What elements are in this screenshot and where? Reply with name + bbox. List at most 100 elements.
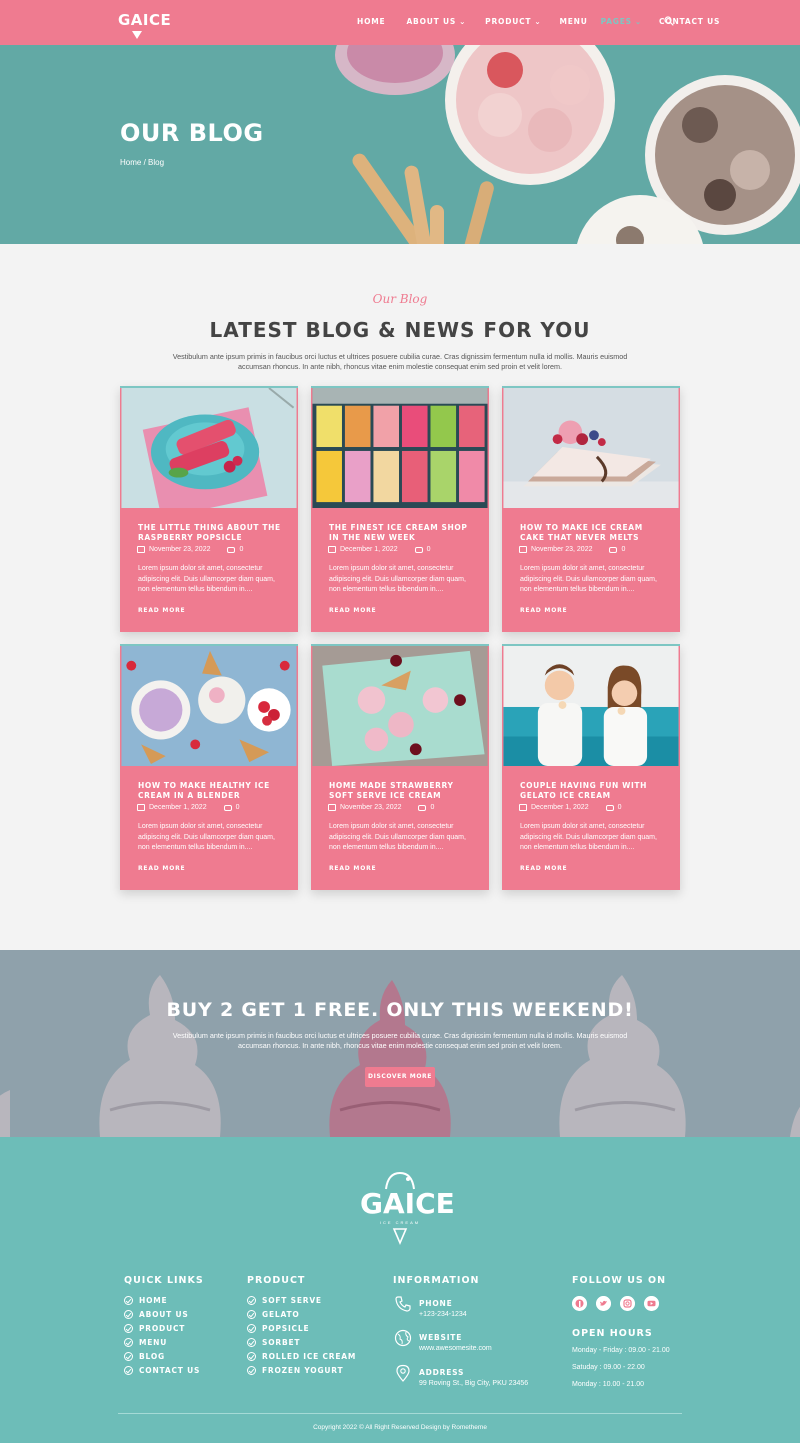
footer-link-label: ABOUT US	[139, 1309, 189, 1319]
footer-product-link[interactable]: SORBET	[247, 1335, 356, 1349]
blog-card[interactable]: COUPLE HAVING FUN WITH GELATO ICE CREAM …	[502, 644, 680, 890]
phone-value[interactable]: +123-234-1234	[419, 1311, 467, 1318]
footer-link-label: SORBET	[262, 1337, 301, 1347]
footer-product-link[interactable]: FROZEN YOGURT	[247, 1363, 356, 1377]
footer-link-label: CONTACT US	[139, 1365, 201, 1375]
brand-logo[interactable]: GAICE	[118, 7, 171, 41]
post-excerpt: Lorem ipsum dolor sit amet, consectetur …	[520, 823, 657, 851]
footer-link-label: PRODUCT	[139, 1323, 186, 1333]
twitter-icon[interactable]	[596, 1296, 611, 1311]
page-hero: OUR BLOG Home / Blog	[0, 45, 800, 244]
section-description: Vestibulum ante ipsum primis in faucibus…	[172, 352, 628, 371]
youtube-icon[interactable]	[644, 1296, 659, 1311]
nav-item-pages[interactable]: PAGES	[601, 17, 632, 26]
post-date: December 1, 2022	[149, 804, 207, 811]
calendar-icon	[519, 546, 527, 553]
promo-banner: BUY 2 GET 1 FREE. ONLY THIS WEEKEND! Ves…	[0, 950, 800, 1137]
read-more-link[interactable]: READ MORE	[138, 865, 185, 872]
top-navbar: GAICE HOME ABOUT US ⌄ PRODUCT ⌄ MENU PAG…	[0, 0, 800, 45]
facebook-icon[interactable]	[572, 1296, 587, 1311]
nav-item-home[interactable]: HOME	[357, 17, 385, 26]
blog-card[interactable]: THE LITTLE THING ABOUT THE RASPBERRY POP…	[120, 386, 298, 632]
comment-count: 0	[621, 546, 626, 553]
footer-link-contact[interactable]: CONTACT US	[124, 1363, 200, 1377]
post-meta: December 1, 2022 0	[328, 546, 431, 553]
search-icon[interactable]	[664, 16, 674, 26]
blog-card[interactable]: THE FINEST ICE CREAM SHOP IN THE NEW WEE…	[311, 386, 489, 632]
follow-heading: FOLLOW US ON	[572, 1275, 667, 1286]
footer-product-link[interactable]: POPSICLE	[247, 1321, 356, 1335]
footer-link-menu[interactable]: MENU	[124, 1335, 200, 1349]
post-meta: November 23, 2022 0	[137, 546, 243, 553]
post-image[interactable]	[502, 386, 680, 508]
post-date: December 1, 2022	[531, 804, 589, 811]
post-title[interactable]: THE LITTLE THING ABOUT THE RASPBERRY POP…	[138, 523, 288, 543]
breadcrumb[interactable]: Home / Blog	[120, 158, 164, 167]
comment-icon	[223, 804, 232, 811]
post-image[interactable]	[311, 386, 489, 508]
discover-more-button[interactable]: DISCOVER MORE	[365, 1067, 435, 1087]
post-excerpt: Lorem ipsum dolor sit amet, consectetur …	[138, 565, 275, 593]
post-excerpt: Lorem ipsum dolor sit amet, consectetur …	[329, 823, 466, 851]
footer-link-blog[interactable]: BLOG	[124, 1349, 200, 1363]
read-more-link[interactable]: READ MORE	[329, 865, 376, 872]
post-meta: December 1, 2022 0	[137, 804, 240, 811]
post-title[interactable]: THE FINEST ICE CREAM SHOP IN THE NEW WEE…	[329, 523, 479, 543]
read-more-link[interactable]: READ MORE	[520, 865, 567, 872]
address-value: 99 Roving St., Big City, PKU 23456	[419, 1380, 529, 1387]
information-heading: INFORMATION	[393, 1275, 480, 1286]
nav-item-about[interactable]: ABOUT US	[406, 17, 456, 26]
section-script-title: Our Blog	[372, 292, 428, 306]
check-circle-icon	[124, 1295, 133, 1305]
phone-icon	[395, 1296, 411, 1312]
post-title[interactable]: COUPLE HAVING FUN WITH GELATO ICE CREAM	[520, 781, 670, 801]
footer-logo[interactable]: GAICE ICE CREAM	[360, 1165, 455, 1247]
footer-product-link[interactable]: SOFT SERVE	[247, 1293, 356, 1307]
footer-product-link[interactable]: GELATO	[247, 1307, 356, 1321]
comment-icon	[609, 546, 618, 553]
product-list: SOFT SERVE GELATO POPSICLE SORBET ROLLED…	[247, 1293, 356, 1377]
read-more-link[interactable]: READ MORE	[138, 607, 185, 614]
footer-link-label: FROZEN YOGURT	[262, 1365, 344, 1375]
post-image[interactable]	[120, 386, 298, 508]
footer-link-label: SOFT SERVE	[262, 1295, 322, 1305]
post-meta: November 23, 2022 0	[328, 804, 434, 811]
calendar-icon	[519, 804, 527, 811]
read-more-link[interactable]: READ MORE	[329, 607, 376, 614]
post-meta: November 23, 2022 0	[519, 546, 625, 553]
check-circle-icon	[124, 1365, 133, 1375]
read-more-link[interactable]: READ MORE	[520, 607, 567, 614]
post-image[interactable]	[120, 644, 298, 766]
post-title[interactable]: HOW TO MAKE ICE CREAM CAKE THAT NEVER ME…	[520, 523, 670, 543]
post-meta: December 1, 2022 0	[519, 804, 622, 811]
blog-card[interactable]: HOW TO MAKE ICE CREAM CAKE THAT NEVER ME…	[502, 386, 680, 632]
blog-card[interactable]: HOME MADE STRAWBERRY SOFT SERVE ICE CREA…	[311, 644, 489, 890]
footer-link-about[interactable]: ABOUT US	[124, 1307, 200, 1321]
comment-icon	[414, 546, 423, 553]
website-value[interactable]: www.awesomesite.com	[419, 1345, 492, 1352]
comment-count: 0	[617, 804, 622, 811]
footer-product-link[interactable]: ROLLED ICE CREAM	[247, 1349, 356, 1363]
page-title: OUR BLOG	[120, 119, 264, 147]
footer-link-label: GELATO	[262, 1309, 300, 1319]
quick-links-list: HOME ABOUT US PRODUCT MENU BLOG CONTACT …	[124, 1293, 200, 1377]
phone-label: PHONE	[419, 1299, 453, 1308]
globe-icon	[394, 1329, 412, 1347]
promo-title: BUY 2 GET 1 FREE. ONLY THIS WEEKEND!	[166, 999, 634, 1021]
footer-link-home[interactable]: HOME	[124, 1293, 200, 1307]
footer-link-label: HOME	[139, 1295, 168, 1305]
post-date: November 23, 2022	[531, 546, 593, 553]
nav-item-menu[interactable]: MENU	[559, 17, 587, 26]
footer-link-product[interactable]: PRODUCT	[124, 1321, 200, 1335]
post-image[interactable]	[311, 644, 489, 766]
copyright-text: Copyright 2022 © All Right Reserved Desi…	[313, 1424, 487, 1431]
check-circle-icon	[247, 1323, 256, 1333]
post-title[interactable]: HOW TO MAKE HEALTHY ICE CREAM IN A BLEND…	[138, 781, 288, 801]
post-image[interactable]	[502, 644, 680, 766]
post-excerpt: Lorem ipsum dolor sit amet, consectetur …	[329, 565, 466, 593]
instagram-icon[interactable]	[620, 1296, 635, 1311]
check-circle-icon	[247, 1351, 256, 1361]
post-title[interactable]: HOME MADE STRAWBERRY SOFT SERVE ICE CREA…	[329, 781, 479, 801]
blog-card[interactable]: HOW TO MAKE HEALTHY ICE CREAM IN A BLEND…	[120, 644, 298, 890]
nav-item-product[interactable]: PRODUCT	[485, 17, 531, 26]
